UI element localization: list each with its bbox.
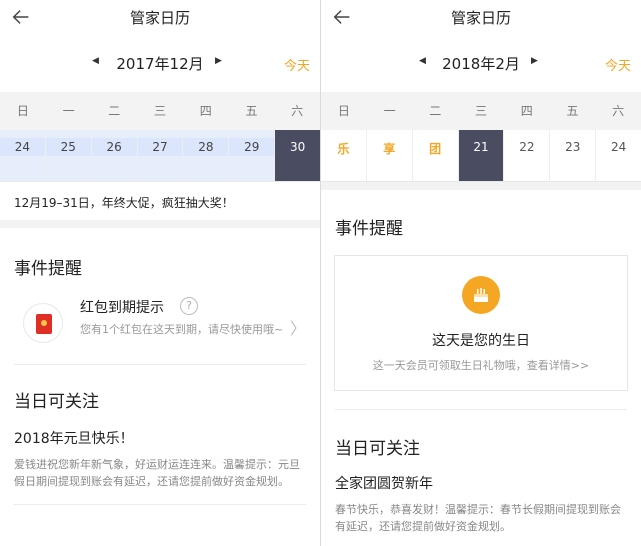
day-cell[interactable]: 24 [596,130,641,181]
focus-section-title: 当日可关注 [335,439,420,459]
title-bar: 管家日历 [321,0,641,36]
cake-icon [462,276,500,314]
weekday-fri: 五 [566,104,579,118]
month-label: 2017年12月 [116,55,204,73]
next-month-icon[interactable]: ▶ [531,56,538,66]
weekday-header: 日 一 二 三 四 五 六 [321,92,641,130]
weekday-sat: 六 [612,104,625,118]
focus-section-title: 当日可关注 [14,392,99,412]
events-section-title: 事件提醒 [14,259,82,279]
weekday-sun: 日 [337,104,350,118]
right-screen: 管家日历 ◀ 2018年2月 ▶ 今天 日 一 二 三 四 五 六 乐 享 团 … [321,0,641,546]
today-button[interactable]: 今天 [605,55,631,74]
day-cell[interactable]: 24 [0,130,46,181]
day-cell[interactable]: 23 [550,130,597,181]
page-title: 管家日历 [450,9,511,27]
red-packet-event[interactable]: 红包到期提示 ? 您有1个红包在这天到期，请尽快使用哦~ 〉 [14,287,306,365]
weekday-wed: 三 [475,104,488,118]
day-cell[interactable]: 22 [504,130,551,181]
focus-item: 全家团圆贺新年 春节快乐，恭喜发财！温馨提示：春节长假期间提现到账会有延迟，还请… [321,473,641,535]
weekday-tue: 二 [429,104,442,118]
weekday-mon: 一 [62,104,75,118]
day-cell[interactable]: 29 [229,130,276,181]
day-cell-festival[interactable]: 团 [413,130,459,181]
weekday-mon: 一 [383,104,396,118]
day-cell-festival[interactable]: 乐 [321,130,367,181]
day-cell-selected[interactable]: 21 [458,130,505,181]
focus-desc: 春节快乐，恭喜发财！温馨提示：春节长假期间提现到账会有延迟，还请您提前做好资金规… [335,503,621,533]
weekday-thu: 四 [520,104,533,118]
today-button[interactable]: 今天 [284,55,310,74]
promo-banner[interactable]: 12月19–31日，年终大促，疯狂抽大奖！ [0,182,320,220]
day-cell[interactable]: 28 [183,130,230,181]
chevron-right-icon: 〉 [289,319,306,338]
focus-desc: 爱钱进祝您新年新气象，好运财运连连来。温馨提示：元旦假日期间提现到账会有延迟，还… [14,458,300,488]
day-cell[interactable]: 26 [91,130,138,181]
event-title: 红包到期提示 [80,300,164,316]
weekday-thu: 四 [199,104,212,118]
day-cell-festival[interactable]: 享 [367,130,413,181]
red-packet-icon [23,303,63,343]
event-desc: 您有1个红包在这天到期，请尽快使用哦~ [80,323,284,336]
help-icon[interactable]: ? [180,297,198,315]
page-title: 管家日历 [129,9,190,27]
weekday-sun: 日 [16,104,29,118]
weekday-sat: 六 [291,104,304,118]
days-row: 乐 享 团 21 22 23 24 [321,130,641,182]
weekday-tue: 二 [108,104,121,118]
focus-item: 2018年元旦快乐！ 爱钱进祝您新年新气象，好运财运连连来。温馨提示：元旦假日期… [0,428,320,490]
month-nav: ◀ 2017年12月 ▶ 今天 [0,36,320,92]
section-gap [0,220,320,228]
section-gap [321,182,641,190]
month-nav: ◀ 2018年2月 ▶ 今天 [321,36,641,92]
birthday-card[interactable]: 这天是您的生日 这一天会员可领取生日礼物哦，查看详情>> [334,255,628,391]
focus-head: 2018年元旦快乐！ [14,431,134,447]
next-month-icon[interactable]: ▶ [215,56,222,66]
birthday-title: 这天是您的生日 [432,333,530,349]
birthday-detail-link[interactable]: 这一天会员可领取生日礼物哦，查看详情>> [335,357,627,373]
title-bar: 管家日历 [0,0,320,36]
focus-head: 全家团圆贺新年 [335,476,433,492]
events-section-title: 事件提醒 [335,219,403,239]
left-screen: 管家日历 ◀ 2017年12月 ▶ 今天 日 一 二 三 四 五 六 24 25… [0,0,320,546]
weekday-fri: 五 [245,104,258,118]
day-cell[interactable]: 25 [45,130,92,181]
weekday-wed: 三 [154,104,167,118]
weekday-header: 日 一 二 三 四 五 六 [0,92,320,130]
month-label: 2018年2月 [442,55,520,73]
divider [14,504,306,505]
day-cell[interactable]: 27 [137,130,184,181]
day-cell-selected[interactable]: 30 [275,130,320,181]
days-row: 24 25 26 27 28 29 30 [0,130,320,182]
